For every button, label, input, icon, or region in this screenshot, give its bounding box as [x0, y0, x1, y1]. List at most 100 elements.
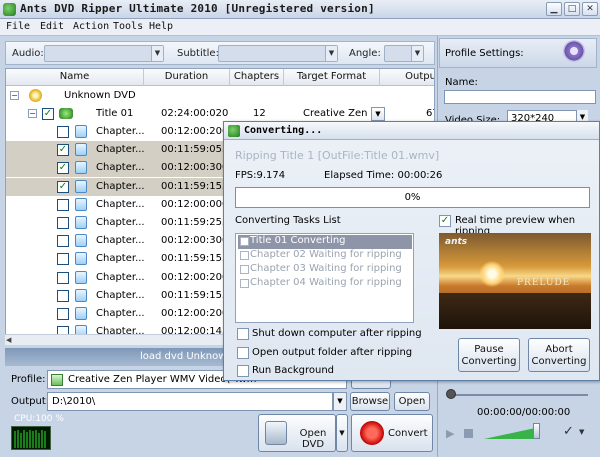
abort-converting-button[interactable]: Abort Converting — [528, 338, 590, 372]
chapter-file-icon — [75, 270, 87, 284]
open-dvd-label: Open DVD — [299, 428, 327, 450]
chapter-file-icon — [75, 288, 87, 302]
shutdown-checkbox[interactable] — [237, 328, 249, 340]
tree-row-root[interactable]: − Unknown DVD — [6, 87, 434, 105]
stop-icon[interactable] — [464, 429, 473, 438]
menu-help[interactable]: Help — [149, 21, 173, 32]
preview-ground — [439, 293, 591, 329]
chapter-name: Chapter... — [96, 198, 145, 210]
open-dvd-button[interactable]: Open DVD — [258, 414, 336, 452]
title-format: Creative Zen — [303, 108, 368, 119]
task-item[interactable]: Chapter 03 Waiting for ripping — [238, 263, 412, 277]
column-name[interactable]: Name — [6, 69, 144, 86]
task-label: Chapter 03 Waiting for ripping — [250, 263, 402, 274]
open-dvd-dropdown[interactable]: ▼ — [336, 414, 348, 452]
column-output[interactable]: Outpu — [380, 69, 434, 86]
name-input[interactable] — [444, 90, 596, 104]
menu-edit[interactable]: Edit — [40, 21, 64, 32]
chapter-checkbox[interactable]: ✓ — [57, 162, 69, 175]
chapter-checkbox[interactable] — [57, 198, 69, 211]
angle-select[interactable]: ▼ — [384, 45, 424, 62]
ripping-heading: Ripping Title 1 [OutFile:Title 01.wmv] — [235, 149, 440, 162]
chapter-file-icon — [75, 143, 87, 157]
pause-label-line2: Converting — [461, 356, 517, 367]
audio-select[interactable]: ▼ — [44, 45, 164, 62]
chapter-file-icon — [75, 161, 87, 175]
collapse-icon[interactable]: − — [10, 91, 19, 100]
task-checkbox[interactable] — [240, 237, 249, 246]
chapter-checkbox[interactable] — [57, 308, 69, 320]
task-label: Title 01 Converting — [250, 235, 346, 246]
realtime-preview-checkbox[interactable]: ✓ — [439, 215, 451, 227]
task-checkbox[interactable] — [240, 279, 249, 288]
title-checkbox[interactable]: ✓ — [42, 108, 54, 120]
tree-header: Name Duration Chapters Target Format Out… — [6, 69, 434, 86]
maximize-button[interactable]: □ — [564, 2, 580, 16]
chapter-file-icon — [75, 179, 87, 193]
task-item[interactable]: Chapter 04 Waiting for ripping — [238, 277, 412, 291]
app-icon — [228, 125, 240, 137]
column-chapters[interactable]: Chapters — [230, 69, 284, 86]
progress-bar: 0% — [235, 187, 590, 208]
cpu-graph — [11, 426, 51, 450]
open-folder-checkbox[interactable] — [237, 347, 249, 359]
chapter-name: Chapter... — [96, 217, 145, 228]
title-output: 67 — [426, 108, 434, 119]
minimize-button[interactable]: ▁ — [546, 2, 562, 16]
menu-file[interactable]: File — [6, 21, 30, 32]
scroll-left-icon[interactable]: ◀ — [6, 336, 11, 344]
output-path-input[interactable]: D:\2010\ — [47, 392, 333, 411]
chapter-checkbox[interactable] — [57, 217, 69, 229]
close-button[interactable]: ✕ — [582, 2, 598, 16]
menu-tools[interactable]: Tools — [113, 21, 143, 32]
chevron-down-icon: ▼ — [325, 46, 337, 61]
pause-converting-button[interactable]: Pause Converting — [458, 338, 520, 372]
play-icon[interactable]: ▶ — [446, 427, 454, 440]
horizontal-scrollbar[interactable]: ◀ — [5, 334, 237, 345]
open-button[interactable]: Open — [394, 392, 430, 411]
task-item[interactable]: Chapter 02 Waiting for ripping — [238, 249, 412, 263]
open-folder-label: Open output folder after ripping — [252, 347, 413, 358]
run-background-checkbox[interactable] — [237, 365, 249, 377]
subtitle-select[interactable]: ▼ — [218, 45, 338, 62]
collapse-icon[interactable]: − — [28, 109, 37, 118]
chapter-name: Chapter... — [96, 162, 145, 174]
convert-button[interactable]: Convert — [351, 414, 433, 452]
chevron-down-icon[interactable]: ▼ — [579, 428, 584, 436]
chapter-name: Chapter... — [96, 271, 145, 283]
task-checkbox[interactable] — [240, 265, 249, 274]
chapter-checkbox[interactable]: ✓ — [57, 180, 69, 193]
chapter-checkbox[interactable] — [57, 271, 69, 284]
gear-icon[interactable] — [563, 40, 585, 62]
column-duration[interactable]: Duration — [144, 69, 230, 86]
profile-settings-title: Profile Settings: — [445, 48, 524, 59]
root-label: Unknown DVD — [64, 90, 136, 101]
chapter-checkbox[interactable] — [57, 126, 69, 138]
chapter-checkbox[interactable] — [57, 289, 69, 302]
column-target-format[interactable]: Target Format — [284, 69, 380, 86]
chevron-down-icon[interactable]: ▼ — [333, 392, 347, 411]
chapter-duration: 00:12:00:300 — [161, 162, 229, 174]
timeline-handle[interactable] — [446, 389, 456, 399]
chapter-checkbox[interactable] — [57, 253, 69, 266]
task-checkbox[interactable] — [240, 251, 249, 260]
preview-logo: ants — [445, 237, 468, 247]
volume-handle[interactable] — [533, 423, 540, 439]
filter-bar: Audio: ▼ Subtitle: ▼ Angle: ▼ — [5, 41, 435, 65]
abort-label-line1: Abort — [545, 344, 573, 355]
format-dropdown-icon[interactable]: ▼ — [371, 107, 385, 121]
chapter-checkbox[interactable]: ✓ — [57, 144, 69, 157]
app-icon — [3, 3, 16, 16]
chapter-name: Chapter... — [96, 308, 145, 319]
chapter-name: Chapter... — [96, 289, 145, 301]
menu-action[interactable]: Action — [73, 21, 109, 32]
chapter-duration: 00:11:59:153 — [161, 253, 229, 265]
browse-button[interactable]: Browse — [350, 392, 390, 411]
task-item[interactable]: Title 01 Converting — [238, 235, 412, 249]
checkmark-icon[interactable]: ✓ — [563, 424, 574, 439]
chapter-checkbox[interactable] — [57, 235, 69, 248]
run-background-label: Run Background — [252, 365, 335, 376]
time-readout: 00:00:00/00:00:00 — [477, 407, 571, 418]
timeline-track[interactable] — [448, 394, 588, 396]
title-duration: 02:24:00:020 — [161, 108, 229, 119]
